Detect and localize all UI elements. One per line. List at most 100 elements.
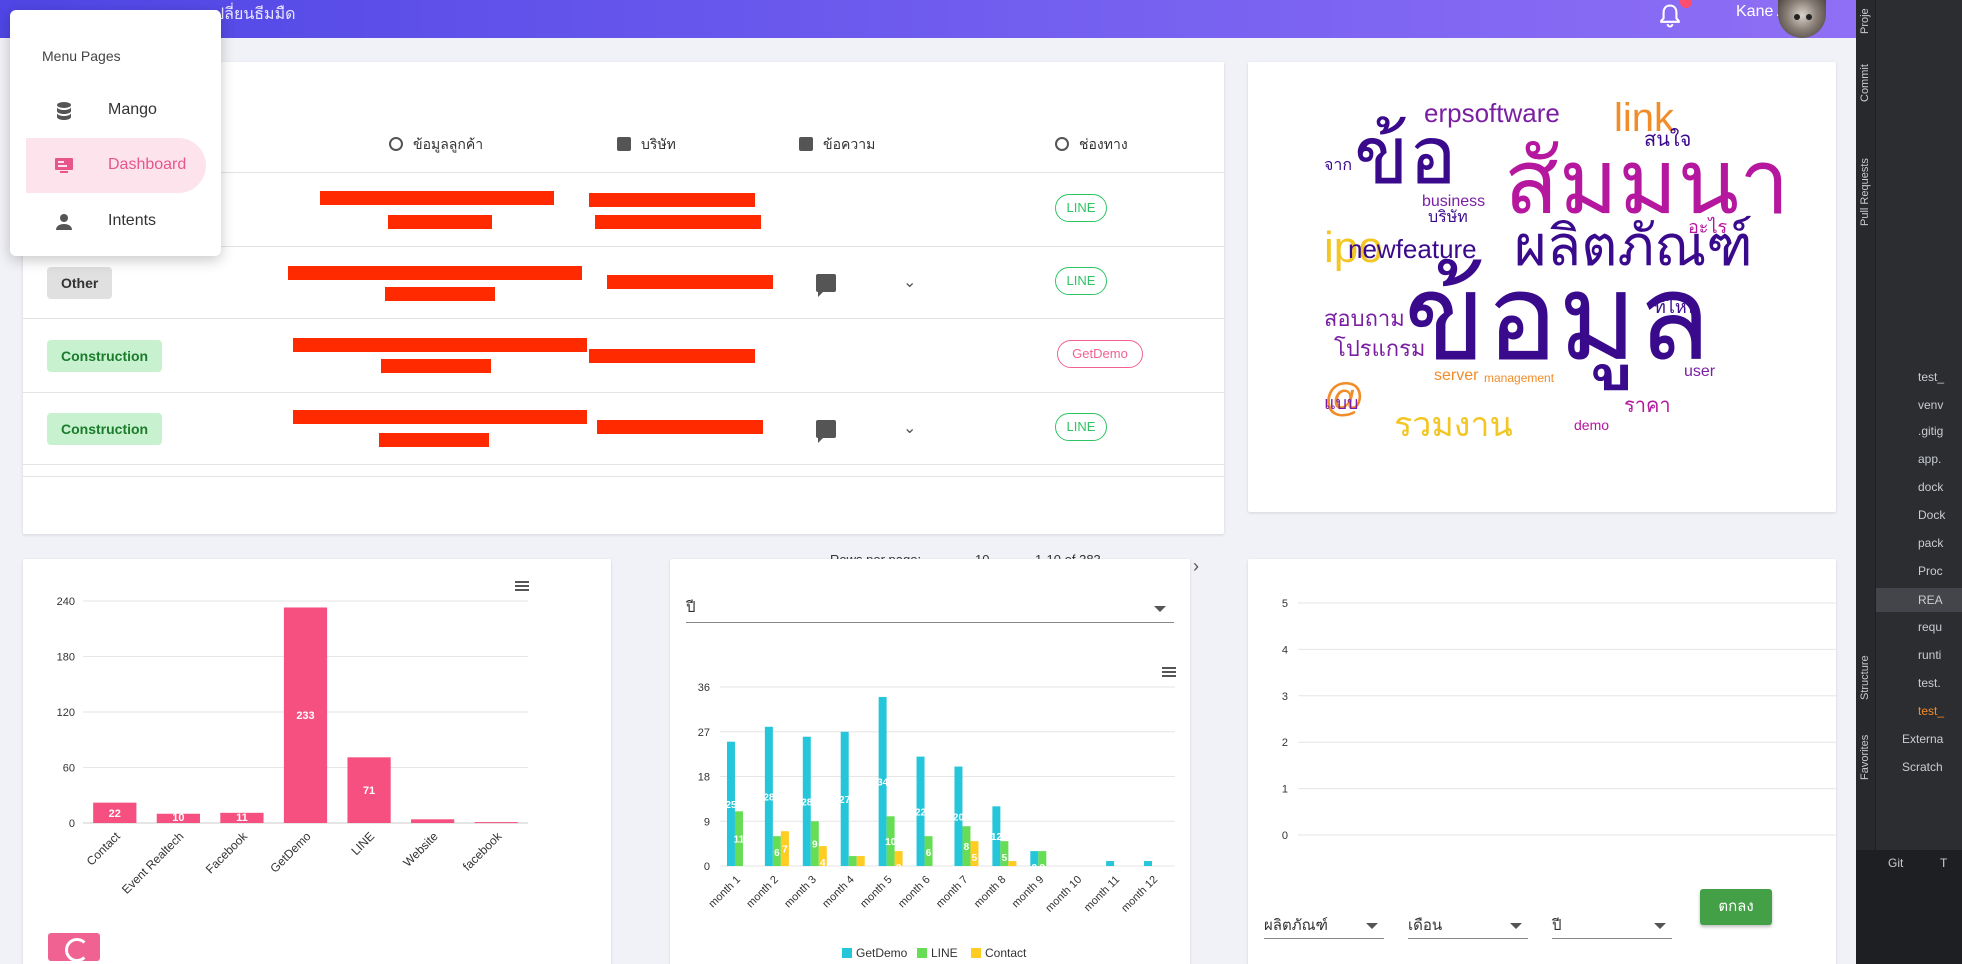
column-header-channel[interactable]: ช่องทาง xyxy=(1055,134,1128,156)
redacted-company xyxy=(597,420,763,434)
word-cloud-word: จาก xyxy=(1324,157,1353,174)
menu-item-mango[interactable]: Mango xyxy=(26,83,206,138)
caret-down-icon xyxy=(1366,923,1378,929)
ide-file[interactable]: test_ xyxy=(1918,704,1944,718)
y-tick-label: 27 xyxy=(698,727,710,739)
x-tick-label: month 3 xyxy=(782,874,819,911)
x-tick-label: month 7 xyxy=(934,874,971,911)
ide-file[interactable]: runti xyxy=(1918,648,1941,662)
column-header-message[interactable]: ข้อความ xyxy=(799,134,875,156)
data-label: 3 xyxy=(1032,863,1038,874)
x-tick-label: month 6 xyxy=(896,874,933,911)
data-label: 6 xyxy=(926,848,932,859)
word-cloud-word: server xyxy=(1434,367,1479,384)
ide-tab-structure[interactable]: Structure xyxy=(1859,655,1871,700)
column-header-customer[interactable]: ข้อมูลลูกค้า xyxy=(389,134,483,156)
ide-file[interactable]: Dock xyxy=(1918,508,1945,522)
ide-file[interactable]: Proc xyxy=(1918,564,1943,578)
year-filter-select[interactable]: ปี xyxy=(1552,913,1672,939)
caret-down-icon xyxy=(1654,923,1666,929)
refresh-button[interactable] xyxy=(48,933,100,962)
channel-bar-chart: 0 60 120 180 240 22 Contact 10 Event Realtech 11 F… xyxy=(57,596,528,897)
redacted-customer xyxy=(293,410,587,424)
menu-item-label: Dashboard xyxy=(108,156,187,173)
data-label: 20 xyxy=(953,812,965,823)
x-tick-label: month 11 xyxy=(1082,874,1122,914)
data-label: 8 xyxy=(964,842,970,853)
ide-project-panel: Proje Commit Pull Requests Structure Fav… xyxy=(1856,0,1962,964)
redacted-company xyxy=(589,349,755,363)
word-cloud-word: erpsoftware xyxy=(1424,98,1560,128)
divider xyxy=(23,392,1224,393)
product-filter-select[interactable]: ผลิตภัณฑ์ xyxy=(1264,913,1384,939)
x-tick-label: facebook xyxy=(460,829,505,874)
redacted-company xyxy=(595,215,761,229)
chart-menu-icon[interactable] xyxy=(515,581,529,591)
word-cloud-word: โปรแกรม xyxy=(1334,336,1426,361)
menu-item-label: Mango xyxy=(108,101,157,118)
redacted-customer xyxy=(293,338,587,352)
menu-item-dashboard[interactable]: Dashboard xyxy=(26,138,206,193)
ide-folder[interactable]: test_ xyxy=(1918,370,1944,384)
column-header-company[interactable]: บริษัท xyxy=(617,134,676,156)
y-tick-label: 0 xyxy=(69,818,75,830)
product-filter-label: ผลิตภัณฑ์ xyxy=(1264,917,1328,934)
theme-toggle-label[interactable]: ปลี่ยนธีมมืด xyxy=(214,2,296,27)
y-tick-label: 18 xyxy=(698,772,710,784)
legend-swatch xyxy=(917,948,927,958)
y-tick-label: 3 xyxy=(1282,691,1288,703)
next-page-button[interactable]: › xyxy=(1193,556,1199,577)
ide-tab-favorites[interactable]: Favorites xyxy=(1859,735,1871,780)
ide-folder[interactable]: venv xyxy=(1918,398,1943,412)
ide-tool-strip: Proje Commit Pull Requests Structure Fav… xyxy=(1856,0,1876,850)
data-label: 7 xyxy=(782,845,788,856)
divider xyxy=(23,464,1224,465)
chevron-down-icon[interactable]: ⌄ xyxy=(903,272,916,292)
chevron-down-icon[interactable]: ⌄ xyxy=(903,418,916,438)
ide-folder[interactable]: Externa xyxy=(1902,732,1943,746)
y-tick-label: 4 xyxy=(1282,644,1288,656)
channel-badge: LINE xyxy=(1055,413,1107,441)
legend-swatch xyxy=(971,948,981,958)
month-filter-select[interactable]: เดือน xyxy=(1408,913,1528,939)
submit-button[interactable]: ตกลง xyxy=(1700,889,1772,925)
word-cloud-word: สนใจ xyxy=(1644,129,1692,151)
month-filter-label: เดือน xyxy=(1408,917,1443,934)
ide-terminal-tab[interactable]: T xyxy=(1940,856,1947,870)
ide-tab-commit[interactable]: Commit xyxy=(1859,64,1871,102)
ide-folder[interactable]: Scratch xyxy=(1902,760,1943,774)
bar-contact xyxy=(1008,861,1017,866)
x-tick-label: month 10 xyxy=(1043,874,1084,915)
channel-badge: GetDemo xyxy=(1057,340,1143,368)
ide-file-selected[interactable]: REA xyxy=(1876,588,1962,612)
ide-file[interactable]: pack xyxy=(1918,536,1943,550)
data-label: 233 xyxy=(296,710,314,722)
person-icon xyxy=(56,214,72,230)
column-header-label: ข้อมูลลูกค้า xyxy=(413,136,484,152)
ide-file[interactable]: requ xyxy=(1918,620,1942,634)
x-tick-label: Facebook xyxy=(203,829,251,877)
message-icon[interactable] xyxy=(816,274,836,297)
word-cloud-word: user xyxy=(1684,363,1716,380)
ide-tab-pull-requests[interactable]: Pull Requests xyxy=(1859,158,1871,226)
column-header-label: บริษัท xyxy=(641,136,676,152)
word-cloud-word: สอบถาม xyxy=(1324,306,1405,331)
channel-chart-card: 0 60 120 180 240 22 Contact 10 Event Realtech 11 F… xyxy=(23,559,611,964)
y-tick-label: 120 xyxy=(57,707,75,719)
y-tick-label: 240 xyxy=(57,596,75,608)
ide-git-tab[interactable]: Git xyxy=(1888,856,1903,870)
y-tick-label: 0 xyxy=(704,861,710,873)
briefcase-icon xyxy=(617,137,631,151)
ide-file[interactable]: app. xyxy=(1918,452,1941,466)
ide-tab-project[interactable]: Proje xyxy=(1859,8,1871,34)
message-icon[interactable] xyxy=(816,420,836,443)
notification-bell-icon[interactable] xyxy=(1656,2,1684,30)
redacted-customer xyxy=(288,266,582,280)
y-tick-label: 180 xyxy=(57,652,75,664)
monitor-icon xyxy=(55,158,73,173)
ide-file[interactable]: .gitig xyxy=(1918,424,1943,438)
ide-file[interactable]: dock xyxy=(1918,480,1943,494)
menu-item-intents[interactable]: Intents xyxy=(26,194,206,249)
user-avatar[interactable] xyxy=(1778,0,1826,38)
ide-file[interactable]: test. xyxy=(1918,676,1941,690)
